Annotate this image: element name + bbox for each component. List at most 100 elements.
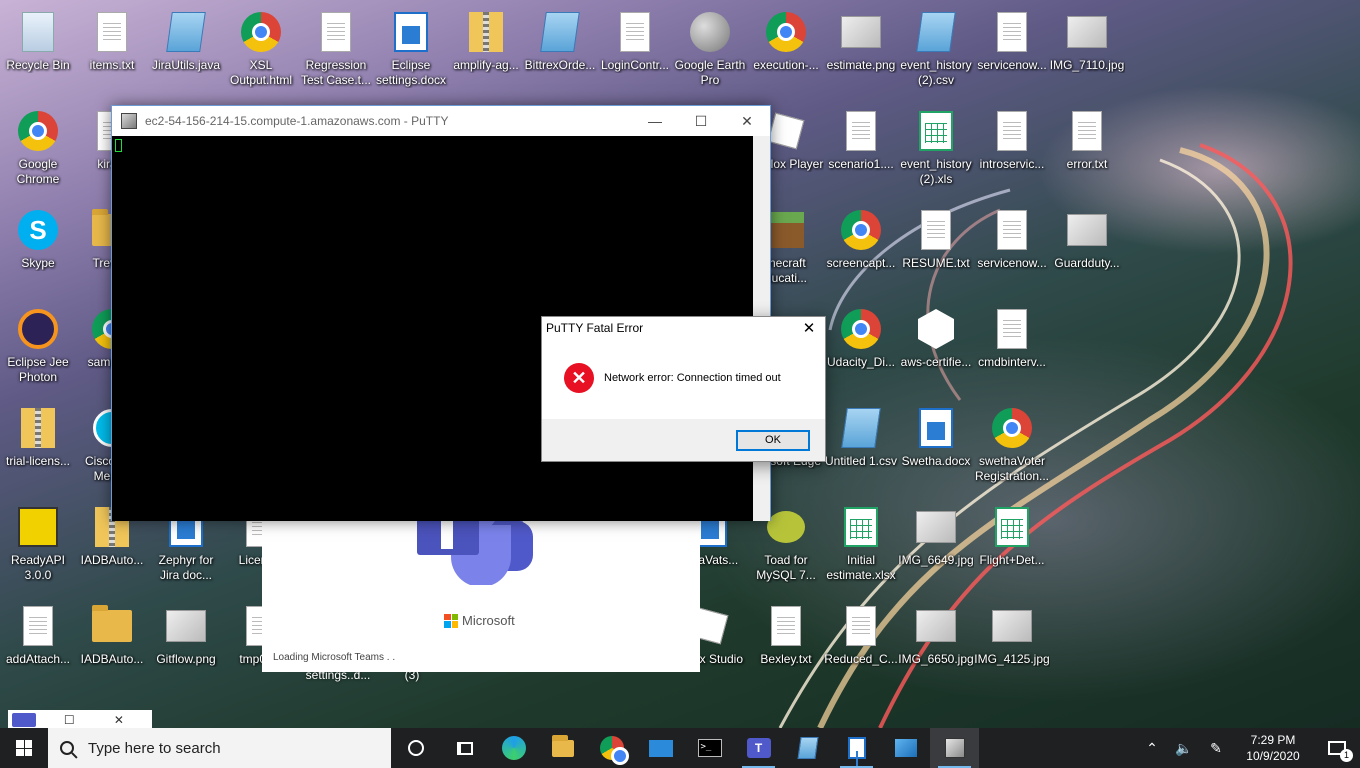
desktop-icon[interactable]: Gitflow.png (148, 599, 224, 691)
desktop-icon[interactable]: S Skype (0, 203, 76, 295)
desktop-icon[interactable]: Regression Test Case.t... (298, 5, 374, 97)
excel-icon (915, 108, 957, 154)
desktop-icon[interactable]: cmdbinterv... (974, 302, 1050, 394)
taskbar-teams[interactable]: T (734, 728, 783, 768)
taskbar-file-explorer[interactable] (538, 728, 587, 768)
desktop-icon[interactable]: scenario1.... (823, 104, 899, 196)
desktop-icon[interactable]: Bexley.txt (748, 599, 824, 691)
taskbar-search-box[interactable]: Type here to search (48, 728, 391, 768)
docx-icon (915, 405, 957, 451)
desktop-icon[interactable]: RESUME.txt (898, 203, 974, 295)
desktop-icon[interactable]: IMG_4125.jpg (974, 599, 1050, 691)
desktop-icon[interactable]: JiraUtils.java (148, 5, 224, 97)
desktop-icon[interactable]: LoginContr... (597, 5, 673, 97)
desktop-icon[interactable]: estimate.png (823, 5, 899, 97)
aws-badge-icon (915, 306, 957, 352)
ok-button[interactable]: OK (736, 430, 810, 451)
desktop-icon[interactable]: Eclipse settings.docx (373, 5, 449, 97)
desktop-icon-label: XSL Output.html (229, 58, 293, 87)
desktop-icon[interactable]: introservic... (974, 104, 1050, 196)
minecraft-icon (765, 207, 807, 253)
taskbar-putty[interactable] (930, 728, 979, 768)
cortana-button[interactable] (391, 728, 440, 768)
edge-icon (501, 736, 526, 760)
roblox-icon (765, 108, 807, 154)
taskbar-chrome[interactable] (587, 728, 636, 768)
taskbar-mail[interactable] (636, 728, 685, 768)
desktop-icon[interactable]: Swetha.docx (898, 401, 974, 493)
desktop-icon[interactable]: Google Chrome (0, 104, 76, 196)
desktop-icon[interactable]: swethaVoter Registration... (974, 401, 1050, 493)
desktop-icon[interactable]: Udacity_Di... (823, 302, 899, 394)
desktop-icon[interactable]: BittrexOrde... (522, 5, 598, 97)
teams-splash-window: Microsoft Loading Microsoft Teams . . (262, 515, 700, 672)
task-view-button[interactable] (440, 728, 489, 768)
desktop-icon[interactable]: error.txt (1049, 104, 1125, 196)
desktop-icon[interactable]: Initial estimate.xlsx (823, 500, 899, 592)
taskbar-notepad[interactable] (783, 728, 832, 768)
dialog-close-button[interactable]: ✕ (797, 319, 821, 339)
desktop-icon[interactable]: event_history (2).xls (898, 104, 974, 196)
putty-app-icon[interactable] (121, 113, 137, 129)
desktop-icon[interactable]: trial-licens... (0, 401, 76, 493)
minimized-teams-window[interactable]: ☐ ✕ (8, 710, 152, 730)
system-tray: ⌃ 🔈 ✎ 7:29 PM 10/9/2020 1 (1136, 728, 1360, 768)
desktop-icon-label: LoginContr... (600, 58, 670, 72)
putty-titlebar[interactable]: ec2-54-156-214-15.compute-1.amazonaws.co… (112, 106, 770, 136)
chrome-icon (240, 9, 282, 55)
chevron-up-icon[interactable]: ⌃ (1136, 740, 1168, 757)
desktop-icon[interactable]: IMG_6649.jpg (898, 500, 974, 592)
desktop-icon[interactable]: IMG_6650.jpg (898, 599, 974, 691)
volume-icon[interactable]: 🔈 (1168, 740, 1200, 757)
desktop-icon[interactable]: aws-certifie... (898, 302, 974, 394)
minimize-button[interactable]: — (632, 106, 678, 136)
desktop-icon[interactable]: event_history (2).csv (898, 5, 974, 97)
desktop-icon-label: IMG_6650.jpg (898, 652, 974, 666)
putty-window-title: ec2-54-156-214-15.compute-1.amazonaws.co… (145, 114, 449, 128)
notepad-file-icon (840, 405, 882, 451)
error-message: Network error: Connection timed out (604, 372, 781, 384)
eclipse-icon (17, 306, 59, 352)
putty-fatal-error-dialog[interactable]: PuTTY Fatal Error ✕ ✕ Network error: Con… (541, 316, 826, 462)
pen-icon[interactable]: ✎ (1200, 740, 1232, 757)
image-file-icon (915, 603, 957, 649)
desktop-icon[interactable]: Google Earth Pro (672, 5, 748, 97)
action-center-button[interactable]: 1 (1314, 741, 1360, 762)
desktop-icon[interactable]: Guardduty... (1049, 203, 1125, 295)
desktop-icon-label: Eclipse settings.docx (375, 58, 447, 87)
image-file-icon (840, 9, 882, 55)
desktop-icon-label: Recycle Bin (6, 58, 70, 72)
close-button[interactable]: ✕ (724, 106, 770, 136)
taskbar-photos[interactable] (881, 728, 930, 768)
desktop-icon[interactable]: servicenow... (974, 5, 1050, 97)
desktop-icon[interactable]: screencapt... (823, 203, 899, 295)
minimized-window-buttons[interactable]: ☐ ✕ (36, 713, 152, 727)
text-file-icon (991, 306, 1033, 352)
desktop-icon-label: Untitled 1.csv (824, 454, 898, 468)
desktop-icon[interactable]: ReadyAPI 3.0.0 (0, 500, 76, 592)
text-file-icon (915, 207, 957, 253)
notepad-file-icon (539, 9, 581, 55)
desktop-icon[interactable]: items.txt (74, 5, 150, 97)
desktop-icon[interactable]: Eclipse Jee Photon (0, 302, 76, 394)
desktop-icon[interactable]: Untitled 1.csv (823, 401, 899, 493)
desktop-icon-label: IMG_7110.jpg (1049, 58, 1125, 72)
desktop-icon[interactable]: Recycle Bin (0, 5, 76, 97)
desktop-icon[interactable]: IMG_7110.jpg (1049, 5, 1125, 97)
taskbar-edge[interactable] (489, 728, 538, 768)
desktop-icon[interactable]: amplify-ag... (448, 5, 524, 97)
taskbar-command-prompt[interactable]: >_ (685, 728, 734, 768)
desktop-icon[interactable]: XSL Output.html (223, 5, 299, 97)
start-button[interactable] (0, 728, 48, 768)
taskbar-word[interactable] (832, 728, 881, 768)
image-file-icon (165, 603, 207, 649)
desktop-icon[interactable]: Flight+Det... (974, 500, 1050, 592)
desktop-icon[interactable]: Reduced_C... (823, 599, 899, 691)
desktop-icon[interactable]: servicenow... (974, 203, 1050, 295)
desktop-icon[interactable]: IADBAuto... (74, 599, 150, 691)
desktop-icon[interactable]: execution-... (748, 5, 824, 97)
desktop-icon[interactable]: addAttach... (0, 599, 76, 691)
desktop-icon-label: BittrexOrde... (524, 58, 596, 72)
maximize-button[interactable]: ☐ (678, 106, 724, 136)
taskbar-clock[interactable]: 7:29 PM 10/9/2020 (1232, 732, 1314, 764)
